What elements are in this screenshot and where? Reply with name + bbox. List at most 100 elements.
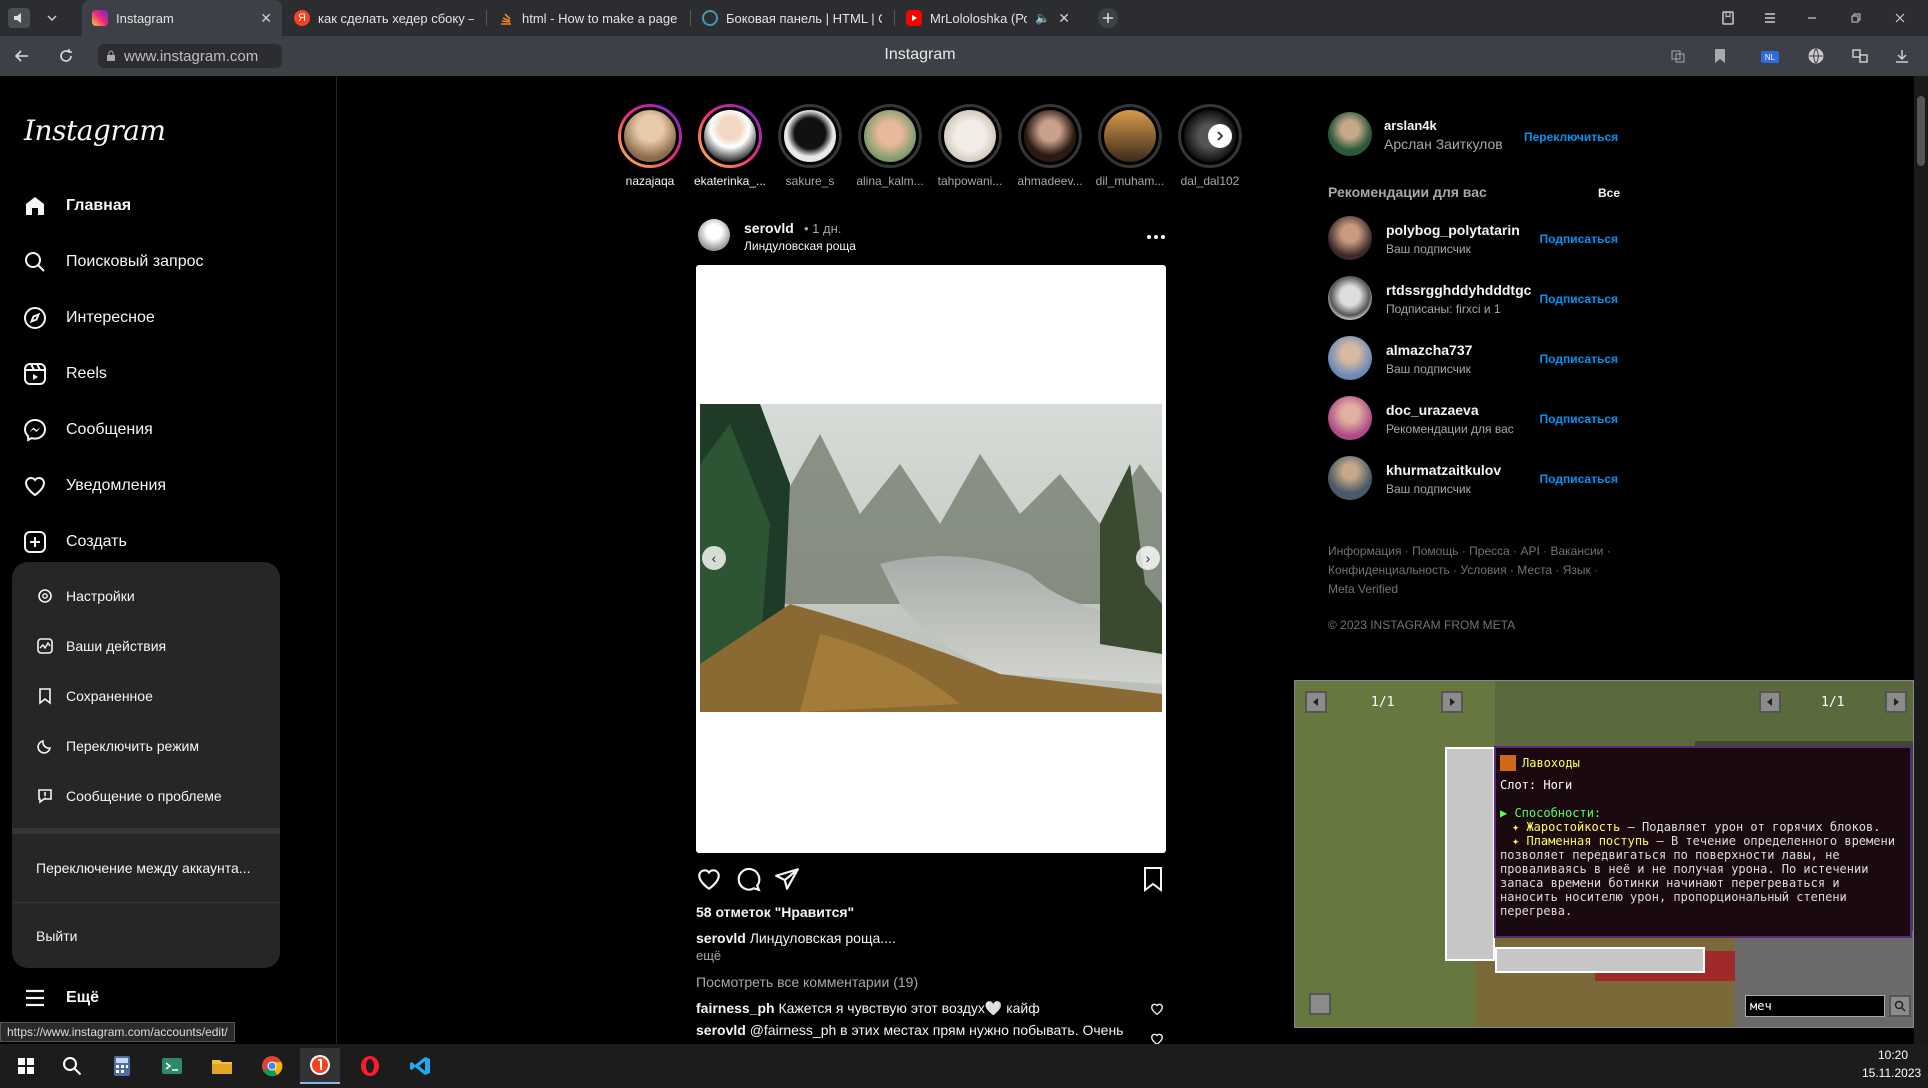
tab-list-chevron-icon[interactable] xyxy=(42,8,62,28)
story-item[interactable]: ahmadeev... xyxy=(1012,104,1088,188)
tab-youtube[interactable]: MrLololoshka (Роман 🔈 ✕ xyxy=(896,0,1080,36)
stories-next-button[interactable] xyxy=(1208,124,1232,148)
menu-saved[interactable]: Сохраненное xyxy=(12,674,280,718)
carousel-next-button[interactable]: › xyxy=(1136,546,1160,570)
tab-yandex[interactable]: Я как сделать хедер сбоку – xyxy=(284,0,484,36)
story-item[interactable]: alina_kalm... xyxy=(852,104,928,188)
download-icon[interactable] xyxy=(1892,46,1912,66)
post-username[interactable]: serovld xyxy=(744,220,794,236)
comment-username[interactable]: fairness_ph xyxy=(696,1000,775,1016)
tab-stackoverflow[interactable]: html - How to make a page xyxy=(488,0,688,36)
game-search-icon[interactable] xyxy=(1889,995,1911,1017)
suggestion-avatar[interactable] xyxy=(1328,336,1372,380)
nav-messages[interactable]: Сообщения xyxy=(22,410,153,450)
story-item[interactable]: dil_muham... xyxy=(1092,104,1168,188)
file-explorer-icon[interactable] xyxy=(202,1048,242,1084)
page-scrollbar[interactable] xyxy=(1914,76,1928,1044)
post-location[interactable]: Линдуловская роща xyxy=(744,239,856,253)
game-prev-page-button-right[interactable] xyxy=(1759,691,1781,713)
inventory-armor-panel[interactable] xyxy=(1445,747,1495,961)
game-next-page-button[interactable] xyxy=(1441,691,1463,713)
menu-your-activity[interactable]: Ваши действия xyxy=(12,624,280,668)
story-item[interactable]: dal_dal102 xyxy=(1172,104,1248,188)
follow-button[interactable]: Подписаться xyxy=(1540,232,1618,246)
close-tab-icon[interactable]: ✕ xyxy=(1058,10,1070,27)
scrollbar-thumb[interactable] xyxy=(1917,96,1925,166)
suggestion-avatar[interactable] xyxy=(1328,276,1372,320)
comment-icon[interactable] xyxy=(735,866,761,892)
close-tab-icon[interactable]: ✕ xyxy=(260,10,272,27)
footer-links[interactable]: Meta Verified xyxy=(1328,582,1398,596)
suggestion-username[interactable]: doc_urazaeva xyxy=(1386,402,1479,418)
caption-more-link[interactable]: ещё xyxy=(696,948,721,963)
comment-username[interactable]: serovld xyxy=(696,1022,746,1038)
story-item[interactable]: sakure_s xyxy=(772,104,848,188)
bookmark-page-icon[interactable] xyxy=(1710,46,1730,66)
menu-icon[interactable] xyxy=(1760,8,1780,28)
footer-links[interactable]: Информация · Помощь · Пресса · API · Вак… xyxy=(1328,544,1611,558)
tab-sidebar-html[interactable]: Боковая панель | HTML | C xyxy=(692,0,892,36)
suggestion-username[interactable]: khurmatzaitkulov xyxy=(1386,462,1501,478)
post-avatar[interactable] xyxy=(698,219,730,251)
translate-icon[interactable] xyxy=(1668,46,1688,66)
follow-button[interactable]: Подписаться xyxy=(1540,352,1618,366)
vscode-icon[interactable] xyxy=(400,1048,440,1084)
likes-count[interactable]: 58 отметок "Нравится" xyxy=(696,904,854,920)
story-item[interactable]: nazajaqa xyxy=(612,104,688,188)
windows-start-icon[interactable] xyxy=(6,1048,46,1084)
save-icon[interactable] xyxy=(1142,866,1166,892)
reload-icon[interactable] xyxy=(56,46,76,66)
carousel-prev-button[interactable]: ‹ xyxy=(702,546,726,570)
comment-like-icon[interactable] xyxy=(1150,1032,1164,1044)
game-search-input[interactable]: меч xyxy=(1745,995,1885,1017)
chrome-icon[interactable] xyxy=(252,1048,292,1084)
suggestion-avatar[interactable] xyxy=(1328,216,1372,260)
nav-explore[interactable]: Интересное xyxy=(22,298,155,338)
menu-logout[interactable]: Выйти xyxy=(12,914,280,958)
suggestion-avatar[interactable] xyxy=(1328,396,1372,440)
nav-notifications[interactable]: Уведомления xyxy=(22,466,166,506)
follow-button[interactable]: Подписаться xyxy=(1540,472,1618,486)
nav-home[interactable]: Главная xyxy=(22,186,131,226)
share-icon[interactable] xyxy=(774,866,800,892)
suggestion-username[interactable]: rtdssrgghddyhdddtgc xyxy=(1386,282,1531,298)
clock-time[interactable]: 10:20 xyxy=(1878,1048,1908,1062)
caption-username[interactable]: serovld xyxy=(696,930,746,946)
calculator-icon[interactable] xyxy=(102,1048,142,1084)
comment-like-icon[interactable] xyxy=(1150,1002,1164,1016)
tab-instagram[interactable]: Instagram ✕ xyxy=(82,0,282,36)
see-all-link[interactable]: Все xyxy=(1598,186,1620,200)
profile-avatar[interactable] xyxy=(1328,112,1372,156)
story-item[interactable]: tahpowani... xyxy=(932,104,1008,188)
collections-icon[interactable] xyxy=(1718,8,1738,28)
extensions-puzzle-icon[interactable] xyxy=(1850,46,1870,66)
story-item[interactable]: ekaterinka_... xyxy=(692,104,768,188)
game-prev-page-button[interactable] xyxy=(1305,691,1327,713)
hotbar[interactable] xyxy=(1495,947,1705,973)
follow-button[interactable]: Подписаться xyxy=(1540,292,1618,306)
nav-create[interactable]: Создать xyxy=(22,522,127,562)
suggestion-username[interactable]: almazcha737 xyxy=(1386,342,1472,358)
menu-switch-accounts[interactable]: Переключение между аккаунта... xyxy=(12,846,280,890)
menu-switch-appearance[interactable]: Переключить режим xyxy=(12,724,280,768)
menu-settings[interactable]: Настройки xyxy=(12,574,280,618)
opera-icon[interactable] xyxy=(350,1048,390,1084)
clock-date[interactable]: 15.11.2023 xyxy=(1862,1066,1921,1080)
like-icon[interactable] xyxy=(696,866,722,892)
post-photo[interactable]: ‹ › xyxy=(700,404,1162,712)
profile-username[interactable]: arslan4k xyxy=(1384,118,1437,133)
footer-links[interactable]: Конфиденциальность · Условия · Места · Я… xyxy=(1328,563,1598,577)
recipe-book-icon[interactable] xyxy=(1309,993,1331,1015)
back-icon[interactable] xyxy=(12,46,32,66)
nav-reels[interactable]: Reels xyxy=(22,354,107,394)
restore-icon[interactable] xyxy=(1846,8,1866,28)
search-icon[interactable] xyxy=(52,1048,92,1084)
instagram-logo[interactable]: Instagram xyxy=(24,114,166,147)
more-options-icon[interactable] xyxy=(1146,227,1166,247)
extension-icon[interactable]: NL xyxy=(1758,46,1782,66)
nav-search[interactable]: Поисковый запрос xyxy=(22,242,204,282)
yandex-browser-icon[interactable] xyxy=(300,1048,340,1084)
new-tab-button[interactable] xyxy=(1098,8,1118,28)
follow-button[interactable]: Подписаться xyxy=(1540,412,1618,426)
game-next-page-button-right[interactable] xyxy=(1885,691,1907,713)
